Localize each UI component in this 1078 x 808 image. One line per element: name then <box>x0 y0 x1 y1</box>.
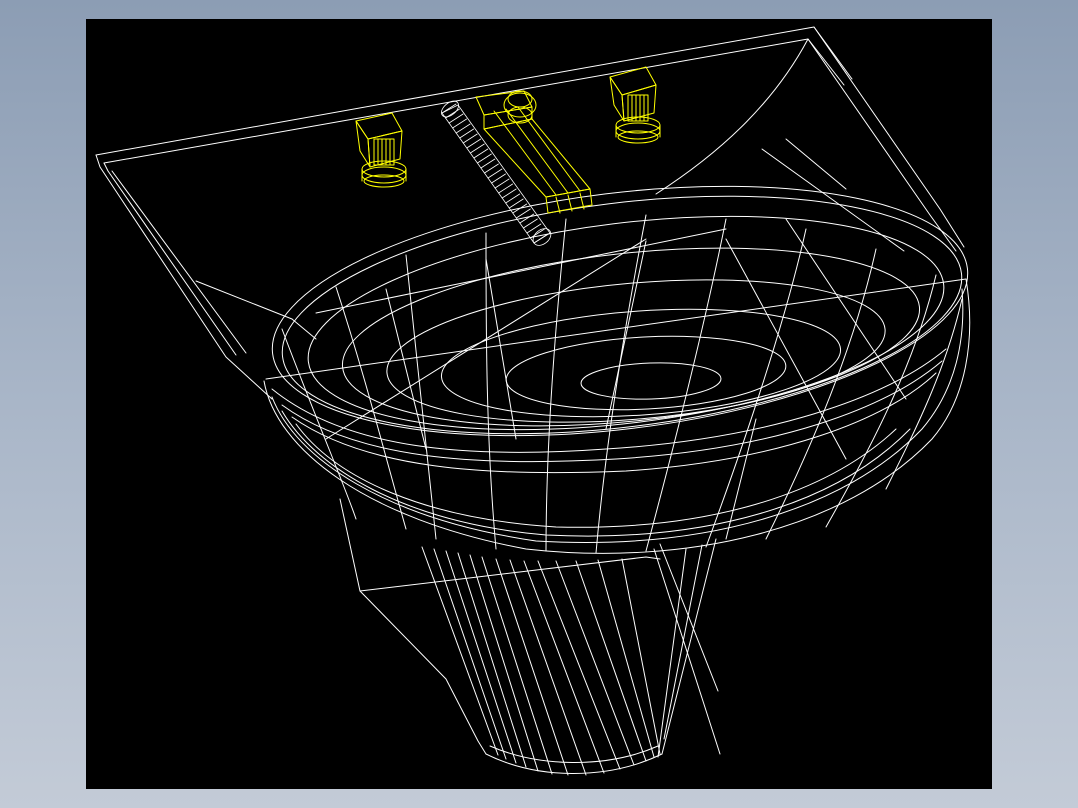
spout <box>441 100 552 246</box>
countertop-slab <box>95 26 965 400</box>
spout-hatch-line <box>501 188 517 199</box>
spout-hatch-line <box>480 158 496 169</box>
spout-hatch-line <box>484 163 499 174</box>
spout-hatch-line <box>466 138 482 149</box>
spout-hatch-line <box>508 198 524 209</box>
spout-hatch-line <box>476 153 492 164</box>
spout-hatch-line <box>522 218 538 229</box>
spout-hatch-line <box>494 178 510 189</box>
spout-hatch-line <box>526 223 542 234</box>
spout-hatch-line <box>498 183 514 194</box>
spout-hatch-line <box>530 228 545 239</box>
washbasin-bowl <box>263 185 971 554</box>
spout-hatch-line <box>473 148 489 159</box>
cad-scene <box>95 26 971 776</box>
spout-hatch-line <box>462 133 478 144</box>
right-tap <box>609 66 661 144</box>
faucet <box>475 90 593 214</box>
spout-hatch-line <box>512 203 528 214</box>
cad-viewport[interactable] <box>86 19 992 789</box>
spout-hatch-line <box>452 118 468 129</box>
spout-hatch-line <box>469 143 485 154</box>
spout-hatch-line <box>459 128 475 139</box>
spout-hatch-line <box>441 103 457 114</box>
left-tap <box>355 112 407 188</box>
spout-hatch-line <box>487 168 503 179</box>
spout-hatch-line <box>455 123 471 134</box>
spout-hatch-line <box>491 173 506 184</box>
spout-hatch-line <box>505 193 521 204</box>
